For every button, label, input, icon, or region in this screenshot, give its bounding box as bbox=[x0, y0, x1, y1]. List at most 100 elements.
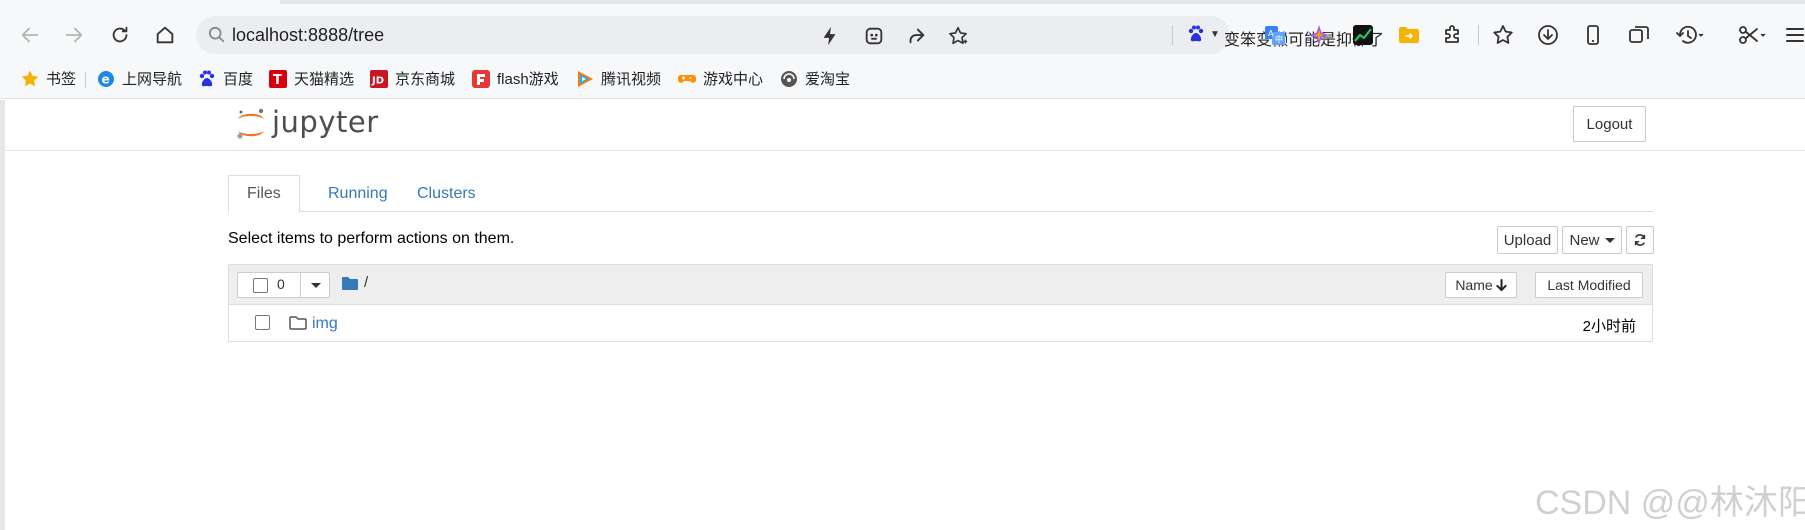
window-button[interactable] bbox=[1626, 22, 1652, 48]
bookmark-label: 腾讯视频 bbox=[601, 71, 662, 88]
svg-text:A: A bbox=[1268, 29, 1274, 38]
tencent-video-icon bbox=[575, 69, 595, 89]
puzzle-icon bbox=[1445, 25, 1459, 43]
forward-button[interactable] bbox=[54, 15, 94, 55]
svg-text:JD: JD bbox=[371, 75, 384, 86]
download-circle-icon bbox=[1538, 25, 1558, 45]
chevron-down-icon bbox=[1604, 237, 1615, 243]
tab-files[interactable]: Files bbox=[228, 175, 300, 213]
bookmark-star-button[interactable] bbox=[946, 24, 970, 48]
jd-icon: JD bbox=[369, 69, 389, 89]
sparkle-icon bbox=[1309, 25, 1329, 45]
refresh-button[interactable] bbox=[1626, 226, 1654, 254]
windows-icon bbox=[1629, 26, 1649, 43]
bookmark-item[interactable]: e 上网导航 bbox=[96, 68, 182, 89]
bookmark-item[interactable]: 百度 bbox=[197, 68, 253, 89]
instructions-text: Select items to perform actions on them. bbox=[228, 230, 515, 247]
home-button[interactable] bbox=[145, 15, 185, 55]
address-bar[interactable]: localhost:8888/tree ▼ 变笨变懒可能是抑郁了 bbox=[196, 16, 1384, 54]
toolbar-separator bbox=[1478, 25, 1479, 45]
search-icon bbox=[208, 26, 225, 43]
mobile-button[interactable] bbox=[1580, 22, 1606, 48]
star-outline-icon bbox=[1493, 25, 1513, 44]
scissors-icon bbox=[1739, 26, 1766, 44]
translate-extension[interactable]: A中 bbox=[1262, 22, 1288, 48]
back-button[interactable] bbox=[10, 15, 50, 55]
extensions-button[interactable] bbox=[1440, 22, 1466, 48]
bookmark-item[interactable]: T 天猫精选 bbox=[268, 68, 354, 89]
new-label: New bbox=[1569, 231, 1600, 249]
ai-sparkle-extension[interactable] bbox=[1306, 22, 1332, 48]
phone-icon bbox=[1587, 25, 1599, 45]
page-left-edge bbox=[0, 100, 5, 530]
chart-extension[interactable] bbox=[1350, 22, 1376, 48]
file-row[interactable]: img 2小时前 bbox=[229, 305, 1652, 342]
file-list: 0 / Name Last Modified img 2小时前 bbox=[228, 264, 1653, 342]
taobao-icon bbox=[779, 69, 799, 89]
bookmark-label: 上网导航 bbox=[122, 71, 183, 88]
bookmark-item[interactable]: 腾讯视频 bbox=[575, 68, 661, 89]
reload-button[interactable] bbox=[100, 15, 140, 55]
select-dropdown-button[interactable] bbox=[300, 273, 330, 297]
new-dropdown-button[interactable]: New bbox=[1562, 226, 1622, 254]
bookmarks-bar: 书签 e 上网导航 百度 T 天猫精选 JD 京东商城 flash游戏 腾讯视频… bbox=[0, 60, 1805, 99]
sort-by-last-modified-button[interactable]: Last Modified bbox=[1535, 272, 1643, 298]
upload-button[interactable]: Upload bbox=[1497, 226, 1558, 254]
bookmark-item[interactable]: 书签 bbox=[20, 68, 76, 89]
bookmark-label: 百度 bbox=[223, 71, 254, 88]
tab-clusters[interactable]: Clusters bbox=[399, 175, 494, 212]
logout-button[interactable]: Logout bbox=[1573, 106, 1646, 142]
tmall-icon: T bbox=[268, 69, 288, 89]
menu-button[interactable] bbox=[1782, 22, 1805, 48]
hamburger-menu-icon bbox=[1786, 28, 1804, 42]
flash-game-icon bbox=[471, 69, 491, 89]
baidu-icon bbox=[197, 69, 217, 89]
url-text[interactable]: localhost:8888/tree bbox=[232, 25, 384, 46]
jupyter-logo[interactable]: jupyter bbox=[235, 105, 379, 142]
bookmark-label: 爱淘宝 bbox=[805, 71, 851, 88]
bookmark-divider bbox=[85, 72, 86, 88]
gamepad-icon bbox=[677, 69, 697, 89]
sort-by-name-button[interactable]: Name bbox=[1445, 272, 1517, 298]
select-all-group: 0 bbox=[237, 272, 330, 298]
arrow-right-icon bbox=[65, 27, 83, 43]
arrow-left-icon bbox=[21, 27, 39, 43]
jupyter-logo-text: jupyter bbox=[272, 105, 379, 139]
history-button[interactable] bbox=[1672, 22, 1708, 48]
folder-extension[interactable] bbox=[1396, 22, 1422, 48]
lightning-button[interactable] bbox=[818, 24, 842, 48]
stock-chart-icon bbox=[1353, 25, 1373, 45]
file-modified-time: 2小时前 bbox=[1582, 318, 1636, 335]
bookmark-item[interactable]: 游戏中心 bbox=[677, 68, 763, 89]
folder-icon[interactable] bbox=[342, 276, 358, 290]
share-button[interactable] bbox=[904, 24, 928, 48]
arrow-down-icon bbox=[1496, 278, 1507, 291]
translate-icon: A中 bbox=[1265, 26, 1285, 45]
favorites-button[interactable] bbox=[1490, 22, 1516, 48]
downloads-button[interactable] bbox=[1535, 22, 1561, 48]
selected-count: 0 bbox=[277, 276, 285, 292]
lightning-icon bbox=[823, 26, 836, 46]
row-checkbox[interactable] bbox=[255, 315, 270, 330]
file-name-link[interactable]: img bbox=[312, 315, 338, 333]
breadcrumb-path[interactable]: / bbox=[364, 274, 368, 291]
history-icon bbox=[1676, 25, 1704, 44]
bookmark-label: 天猫精选 bbox=[294, 71, 355, 88]
jupyter-header: jupyter Logout bbox=[5, 100, 1805, 151]
bookmark-item[interactable]: JD 京东商城 bbox=[369, 68, 455, 89]
bookmark-item[interactable]: 爱淘宝 bbox=[779, 68, 850, 89]
bookmark-item[interactable]: flash游戏 bbox=[471, 68, 559, 89]
jupyter-logo-icon bbox=[237, 108, 264, 139]
tab-running[interactable]: Running bbox=[310, 175, 406, 212]
bookmark-label: 京东商城 bbox=[395, 71, 456, 88]
svg-text:中: 中 bbox=[1275, 34, 1283, 44]
search-engine-selector[interactable]: ▼ bbox=[1186, 24, 1220, 44]
share-arrow-icon bbox=[909, 28, 925, 44]
browser-toolbar: localhost:8888/tree ▼ 变笨变懒可能是抑郁了 A中 bbox=[0, 0, 1805, 60]
folder-outline-icon bbox=[289, 316, 307, 330]
screenshot-button[interactable] bbox=[1734, 22, 1770, 48]
star-icon bbox=[20, 69, 40, 89]
breadcrumb: / bbox=[342, 274, 368, 291]
reader-mode-button[interactable] bbox=[862, 24, 886, 48]
select-all-checkbox[interactable] bbox=[253, 278, 268, 293]
